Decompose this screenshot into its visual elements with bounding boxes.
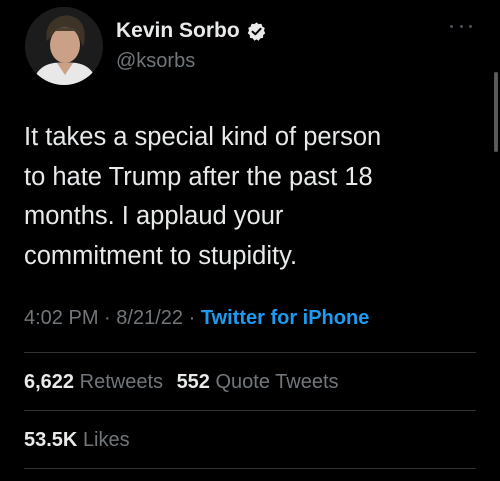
retweets-stat[interactable]: 6,622 Retweets — [24, 371, 169, 393]
handle[interactable]: @ksorbs — [116, 50, 195, 73]
divider — [24, 352, 476, 353]
meta-separator: · — [188, 307, 196, 329]
tweet-text-line: months. I applaud your — [24, 202, 284, 230]
divider — [24, 468, 476, 469]
quote-tweets-label: Quote Tweets — [215, 371, 339, 393]
likes-label: Likes — [82, 429, 130, 451]
tweet-source-link[interactable]: Twitter for iPhone — [201, 307, 370, 329]
quote-tweets-count: 552 — [176, 371, 210, 393]
tweet-text-line: It takes a special kind of person — [24, 123, 382, 151]
likes-row: 53.5K Likes — [24, 429, 138, 452]
quote-tweets-stat[interactable]: 552 Quote Tweets — [177, 371, 339, 393]
tweet-time[interactable]: 4:02 PM — [24, 307, 98, 329]
tweet-meta: 4:02 PM · 8/21/22 · Twitter for iPhone — [24, 307, 369, 330]
scrollbar[interactable] — [494, 72, 498, 152]
retweets-count: 6,622 — [24, 371, 75, 393]
meta-separator: · — [104, 307, 111, 329]
author-name-row[interactable]: Kevin Sorbo — [116, 19, 267, 43]
profile-photo — [25, 7, 103, 85]
likes-count: 53.5K — [24, 429, 78, 451]
more-options-icon[interactable] — [450, 22, 472, 30]
divider — [24, 410, 476, 411]
tweet: Kevin Sorbo @ksorbs It takes a special k… — [0, 0, 500, 481]
likes-stat[interactable]: 53.5K Likes — [24, 429, 130, 451]
retweets-label: Retweets — [79, 371, 163, 393]
display-name[interactable]: Kevin Sorbo — [116, 19, 240, 43]
tweet-text-line: commitment to stupidity. — [24, 241, 298, 270]
tweet-text: It takes a special kind of person to hat… — [24, 118, 474, 276]
avatar[interactable] — [25, 7, 103, 85]
tweet-date[interactable]: 8/21/22 — [116, 307, 183, 329]
engagement-stats: 6,622 Retweets 552 Quote Tweets — [24, 371, 347, 394]
tweet-text-line: to hate Trump after the past 18 — [24, 162, 373, 191]
verified-badge-icon — [246, 21, 267, 42]
